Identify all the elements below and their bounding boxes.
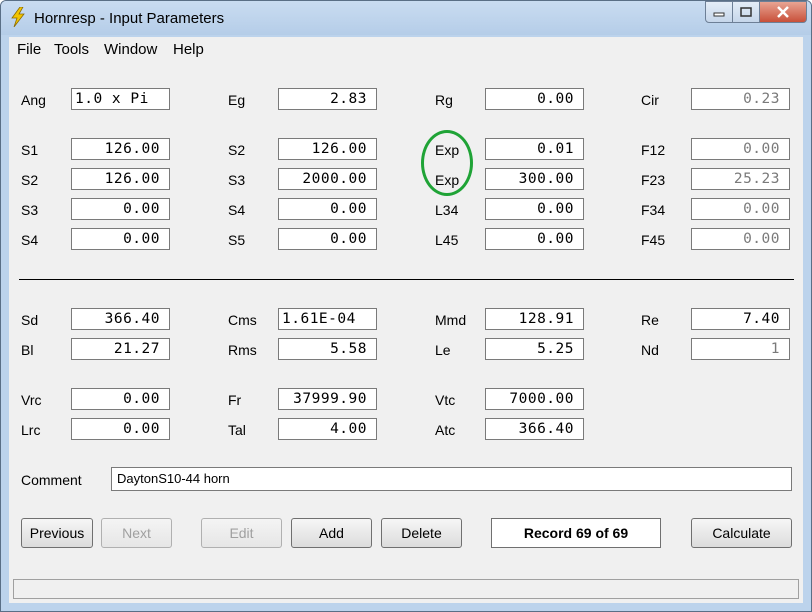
s4-label: S4 (21, 232, 39, 248)
s5-label: S5 (228, 232, 246, 248)
le-label: Le (435, 342, 451, 358)
f23-label: F23 (641, 172, 666, 188)
delete-button[interactable]: Delete (381, 518, 462, 548)
rms-field[interactable]: 5.58 (278, 338, 377, 360)
f12-field: 0.00 (691, 138, 790, 160)
f34-field: 0.00 (691, 198, 790, 220)
f12-label: F12 (641, 142, 666, 158)
menu-window[interactable]: Window (104, 41, 157, 58)
add-button[interactable]: Add (291, 518, 372, 548)
vrc-label: Vrc (21, 392, 42, 408)
s4-label: S4 (228, 202, 246, 218)
exp-field[interactable]: 300.00 (485, 168, 584, 190)
f45-label: F45 (641, 232, 666, 248)
cms-label: Cms (228, 312, 257, 328)
s2-label: S2 (228, 142, 246, 158)
edit-button[interactable]: Edit (201, 518, 282, 548)
menu-tools[interactable]: Tools (54, 41, 89, 58)
s3-label: S3 (228, 172, 246, 188)
previous-button[interactable]: Previous (21, 518, 93, 548)
s2-label: S2 (21, 172, 39, 188)
minimize-button[interactable] (705, 1, 733, 23)
re-label: Re (641, 312, 659, 328)
fr-field[interactable]: 37999.90 (278, 388, 377, 410)
s5-field[interactable]: 0.00 (278, 228, 377, 250)
f23-field: 25.23 (691, 168, 790, 190)
le-field[interactable]: 5.25 (485, 338, 584, 360)
rg-field[interactable]: 0.00 (485, 88, 584, 110)
f45-field: 0.00 (691, 228, 790, 250)
f34-label: F34 (641, 202, 666, 218)
rg-label: Rg (435, 92, 453, 108)
atc-label: Atc (435, 422, 456, 438)
mmd-label: Mmd (435, 312, 467, 328)
rms-label: Rms (228, 342, 257, 358)
s2-field[interactable]: 126.00 (278, 138, 377, 160)
l34-field[interactable]: 0.00 (485, 198, 584, 220)
status-bar (13, 579, 799, 599)
l34-label: L34 (435, 202, 459, 218)
calculate-button[interactable]: Calculate (691, 518, 792, 548)
eg-label: Eg (228, 92, 246, 108)
maximize-button[interactable] (733, 1, 760, 23)
app-window: Hornresp - Input Parameters File Tools W… (0, 0, 812, 612)
lrc-field[interactable]: 0.00 (71, 418, 170, 440)
l45-field[interactable]: 0.00 (485, 228, 584, 250)
caption-buttons (705, 1, 807, 23)
record-indicator: Record 69 of 69 (491, 518, 661, 548)
ang-field[interactable]: 1.0 x Pi (71, 88, 170, 110)
minimize-icon (713, 12, 725, 17)
re-field[interactable]: 7.40 (691, 308, 790, 330)
s4-field[interactable]: 0.00 (71, 228, 170, 250)
ang-label: Ang (21, 92, 46, 108)
bl-label: Bl (21, 342, 34, 358)
section-divider (19, 279, 794, 280)
vtc-field[interactable]: 7000.00 (485, 388, 584, 410)
vrc-field[interactable]: 0.00 (71, 388, 170, 410)
exp-field[interactable]: 0.01 (485, 138, 584, 160)
sd-field[interactable]: 366.40 (71, 308, 170, 330)
next-button[interactable]: Next (101, 518, 172, 548)
mmd-field[interactable]: 128.91 (485, 308, 584, 330)
comment-label: Comment (21, 472, 82, 488)
cir-field: 0.23 (691, 88, 790, 110)
nd-field: 1 (691, 338, 790, 360)
l45-label: L45 (435, 232, 459, 248)
maximize-icon (740, 7, 752, 17)
lrc-label: Lrc (21, 422, 41, 438)
vtc-label: Vtc (435, 392, 456, 408)
tal-label: Tal (228, 422, 246, 438)
menu-bar: File Tools Window Help (9, 37, 803, 62)
title-bar[interactable]: Hornresp - Input Parameters (1, 1, 811, 35)
tal-field[interactable]: 4.00 (278, 418, 377, 440)
s1-label: S1 (21, 142, 39, 158)
eg-field[interactable]: 2.83 (278, 88, 377, 110)
close-button[interactable] (760, 1, 807, 23)
cms-field[interactable]: 1.61E-04 (278, 308, 377, 330)
s1-field[interactable]: 126.00 (71, 138, 170, 160)
cir-label: Cir (641, 92, 659, 108)
menu-help[interactable]: Help (173, 41, 204, 58)
s3-field[interactable]: 2000.00 (278, 168, 377, 190)
lightning-bolt-icon[interactable] (9, 7, 27, 27)
atc-field[interactable]: 366.40 (485, 418, 584, 440)
input-parameters-panel: Ang 1.0 x Pi Eg 2.83 Rg 0.00 Cir 0.23 S1… (9, 61, 803, 603)
comment-field[interactable]: DaytonS10-44 horn (111, 467, 792, 491)
window-title: Hornresp - Input Parameters (34, 10, 225, 27)
highlight-circle (421, 130, 473, 196)
nd-label: Nd (641, 342, 659, 358)
menu-file[interactable]: File (17, 41, 41, 58)
bl-field[interactable]: 21.27 (71, 338, 170, 360)
s2-field[interactable]: 126.00 (71, 168, 170, 190)
s3-label: S3 (21, 202, 39, 218)
fr-label: Fr (228, 392, 242, 408)
s4-field[interactable]: 0.00 (278, 198, 377, 220)
close-icon (777, 6, 789, 18)
s3-field[interactable]: 0.00 (71, 198, 170, 220)
sd-label: Sd (21, 312, 39, 328)
